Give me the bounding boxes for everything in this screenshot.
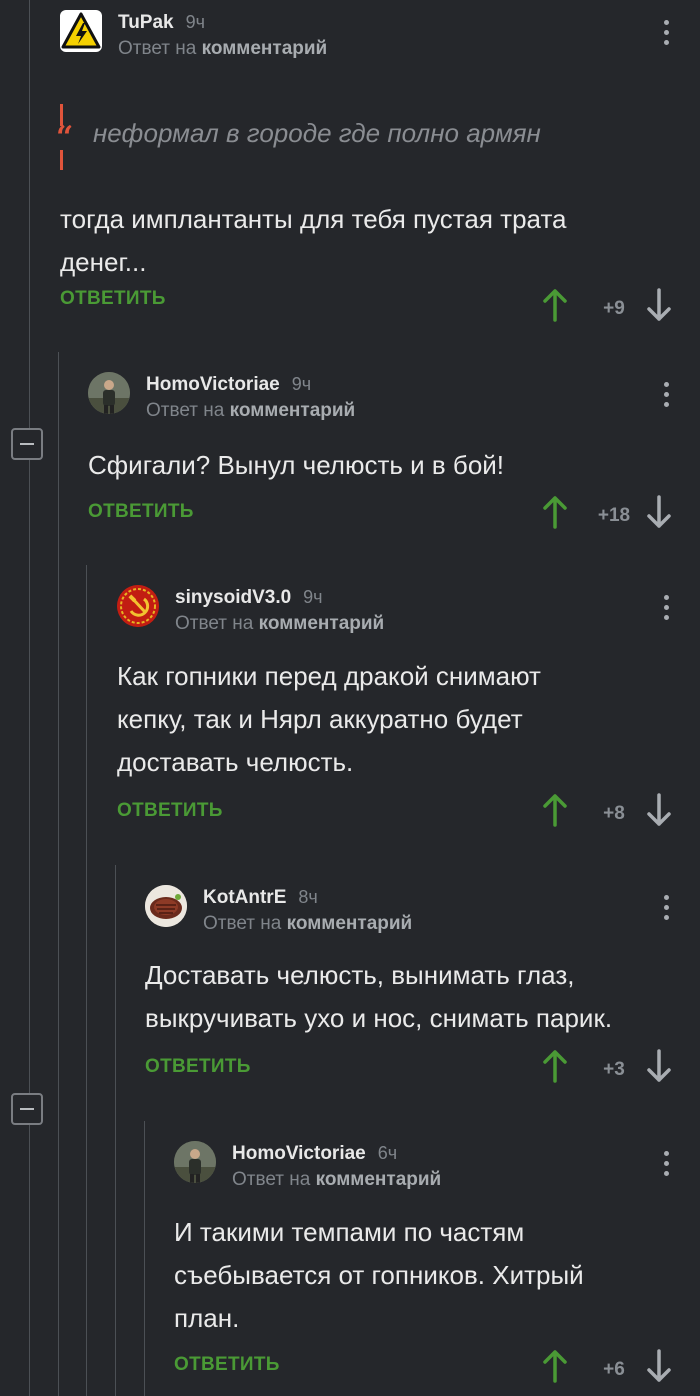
downvote-arrow-icon[interactable] xyxy=(646,1049,672,1083)
comment-time: 9ч xyxy=(185,12,205,32)
comment: TuPak 9ч Ответ на комментарий “ неформал … xyxy=(56,10,700,322)
upvote-arrow-icon[interactable] xyxy=(542,793,568,827)
username[interactable]: sinysoidV3.0 9ч xyxy=(175,587,323,609)
parent-comment-link[interactable]: комментарий xyxy=(230,400,356,421)
thread-line xyxy=(29,0,30,1396)
reply-to-line: Ответ на комментарий xyxy=(146,400,356,421)
quote-text: неформал в городе где полно армян xyxy=(93,118,541,148)
reply-button[interactable]: ОТВЕТИТЬ xyxy=(88,501,194,523)
comment: HomoVictoriae 9ч Ответ на комментарий Сфи… xyxy=(88,372,700,542)
parent-comment-link[interactable]: комментарий xyxy=(202,38,328,59)
comment-time: 6ч xyxy=(377,1143,398,1163)
username[interactable]: TuPak 9ч xyxy=(118,12,205,34)
more-options-icon[interactable] xyxy=(654,382,678,412)
thread-line xyxy=(58,352,59,1396)
parent-comment-link[interactable]: комментарий xyxy=(259,613,385,634)
comment: KotAntrE 8ч Ответ на комментарий Достават… xyxy=(145,885,700,1095)
comment: sinysoidV3.0 9ч Ответ на комментарий Как … xyxy=(117,585,700,835)
reply-button[interactable]: ОТВЕТИТЬ xyxy=(117,800,223,822)
upvote-arrow-icon[interactable] xyxy=(542,288,568,322)
high-voltage-icon[interactable] xyxy=(60,10,102,52)
vote-score: +8 xyxy=(603,803,625,824)
downvote-arrow-icon[interactable] xyxy=(646,495,672,529)
comment-time: 9ч xyxy=(291,374,312,394)
reply-to-line: Ответ на комментарий xyxy=(175,613,385,634)
comment-body: Как гопники перед дракой снимают кепку, … xyxy=(117,661,541,777)
parent-comment-link[interactable]: комментарий xyxy=(316,1169,442,1190)
upvote-arrow-icon[interactable] xyxy=(542,1049,568,1083)
collapse-thread-button[interactable] xyxy=(11,428,43,460)
reply-to-line: Ответ на комментарий xyxy=(118,38,328,59)
thread-line xyxy=(86,565,87,1396)
hammer-sickle-emblem-avatar[interactable] xyxy=(117,585,159,627)
username[interactable]: HomoVictoriae 9ч xyxy=(146,374,311,396)
username[interactable]: KotAntrE 8ч xyxy=(203,887,318,909)
comment-body: И такими темпами по частям съебывается о… xyxy=(174,1217,584,1333)
comment-time: 8ч xyxy=(298,887,318,907)
reply-to-line: Ответ на комментарий xyxy=(232,1169,442,1190)
comment: HomoVictoriae 6ч Ответ на комментарий И т… xyxy=(174,1141,700,1396)
vote-score: +6 xyxy=(603,1359,625,1380)
comment-body: тогда имплантанты для тебя пустая трата … xyxy=(60,204,567,277)
person-photo-avatar[interactable] xyxy=(88,372,130,414)
downvote-arrow-icon[interactable] xyxy=(646,793,672,827)
steak-photo-avatar[interactable] xyxy=(145,885,187,927)
comment-body: Сфигали? Вынул челюсть и в бой! xyxy=(88,450,505,480)
downvote-arrow-icon[interactable] xyxy=(646,1349,672,1383)
collapse-thread-button[interactable] xyxy=(11,1093,43,1125)
thread-line xyxy=(115,865,116,1396)
comment-time: 9ч xyxy=(303,587,323,607)
downvote-arrow-icon[interactable] xyxy=(646,288,672,322)
upvote-arrow-icon[interactable] xyxy=(542,495,568,529)
thread-line xyxy=(144,1121,145,1396)
vote-score: +3 xyxy=(603,1059,625,1080)
reply-button[interactable]: ОТВЕТИТЬ xyxy=(174,1354,280,1376)
reply-button[interactable]: ОТВЕТИТЬ xyxy=(60,288,166,310)
person-photo-avatar[interactable] xyxy=(174,1141,216,1183)
vote-score: +18 xyxy=(597,505,631,526)
more-options-icon[interactable] xyxy=(654,20,678,50)
vote-score: +9 xyxy=(603,298,625,319)
more-options-icon[interactable] xyxy=(654,595,678,625)
more-options-icon[interactable] xyxy=(654,1151,678,1181)
reply-button[interactable]: ОТВЕТИТЬ xyxy=(145,1056,251,1078)
username[interactable]: HomoVictoriae 6ч xyxy=(232,1143,397,1165)
quote-mark-icon: “ xyxy=(56,104,74,170)
more-options-icon[interactable] xyxy=(654,895,678,925)
reply-to-line: Ответ на комментарий xyxy=(203,913,413,934)
comment-body: Доставать челюсть, вынимать глаз, выкруч… xyxy=(145,960,613,1033)
upvote-arrow-icon[interactable] xyxy=(542,1349,568,1383)
parent-comment-link[interactable]: комментарий xyxy=(287,913,413,934)
